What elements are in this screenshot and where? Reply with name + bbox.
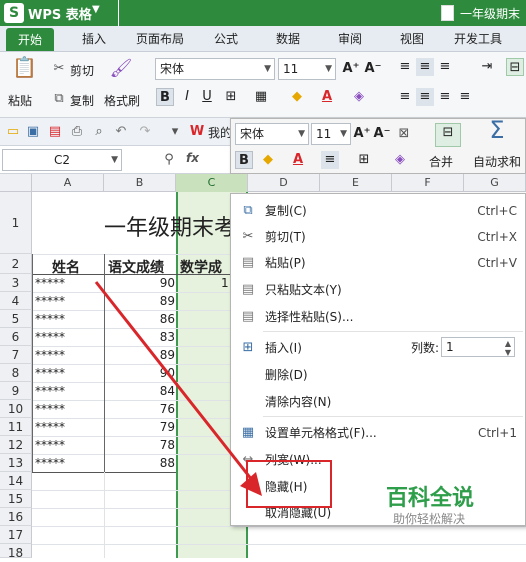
watermark-slogan: 助你轻松解决 (393, 512, 466, 526)
hide-option-highlight (246, 460, 332, 508)
watermark-brand: 百科全说 (386, 486, 475, 511)
